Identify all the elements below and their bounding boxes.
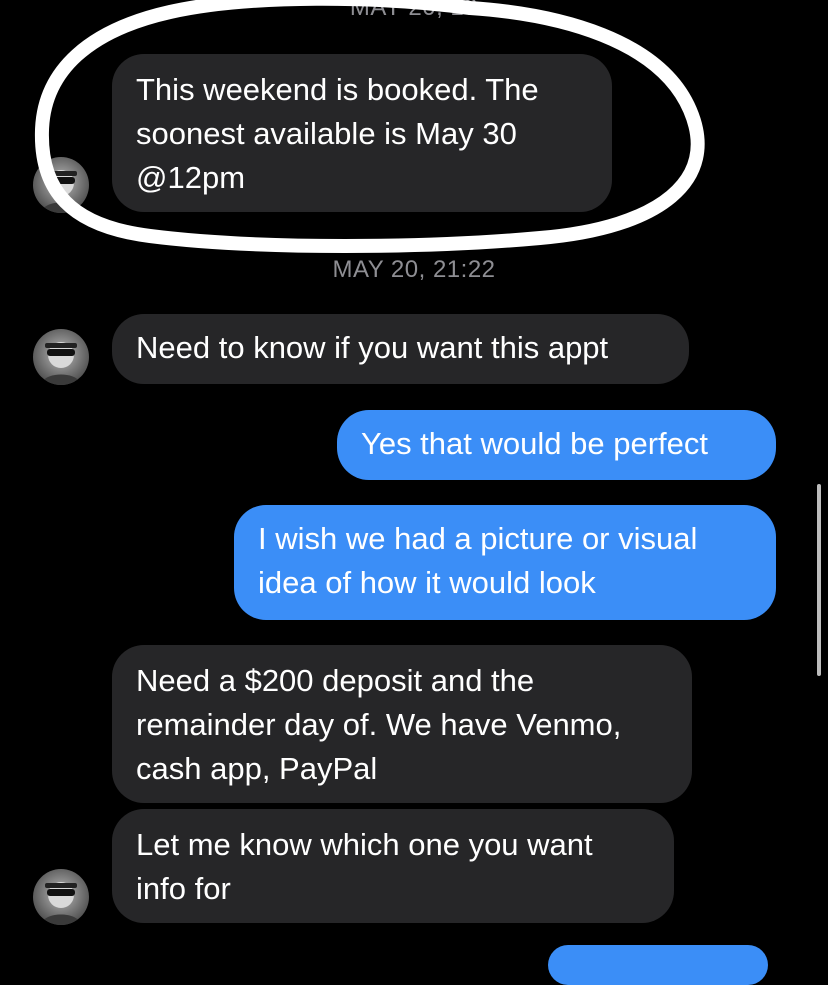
avatar-photo-icon	[41, 882, 81, 925]
message-bubble-outgoing[interactable]: Yes that would be perfect	[337, 410, 776, 480]
message-bubble-incoming[interactable]: Need to know if you want this appt	[112, 314, 689, 384]
avatar-photo-icon	[41, 342, 81, 385]
contact-avatar[interactable]	[33, 869, 89, 925]
message-bubble-outgoing[interactable]: I wish we had a picture or visual idea o…	[234, 505, 776, 620]
timestamp-may-20-first: MAY 20, 19	[349, 0, 479, 21]
timestamp-may-20-second: MAY 20, 21:22	[332, 256, 496, 283]
avatar-photo-icon	[41, 170, 81, 213]
message-bubble-outgoing-partial[interactable]	[548, 945, 768, 985]
contact-avatar[interactable]	[33, 157, 89, 213]
message-bubble-incoming[interactable]: This weekend is booked. The soonest avai…	[112, 54, 612, 212]
contact-avatar[interactable]	[33, 329, 89, 385]
scrollbar[interactable]	[817, 484, 821, 676]
message-bubble-incoming[interactable]: Let me know which one you want info for	[112, 809, 674, 923]
message-bubble-incoming[interactable]: Need a $200 deposit and the remainder da…	[112, 645, 692, 803]
